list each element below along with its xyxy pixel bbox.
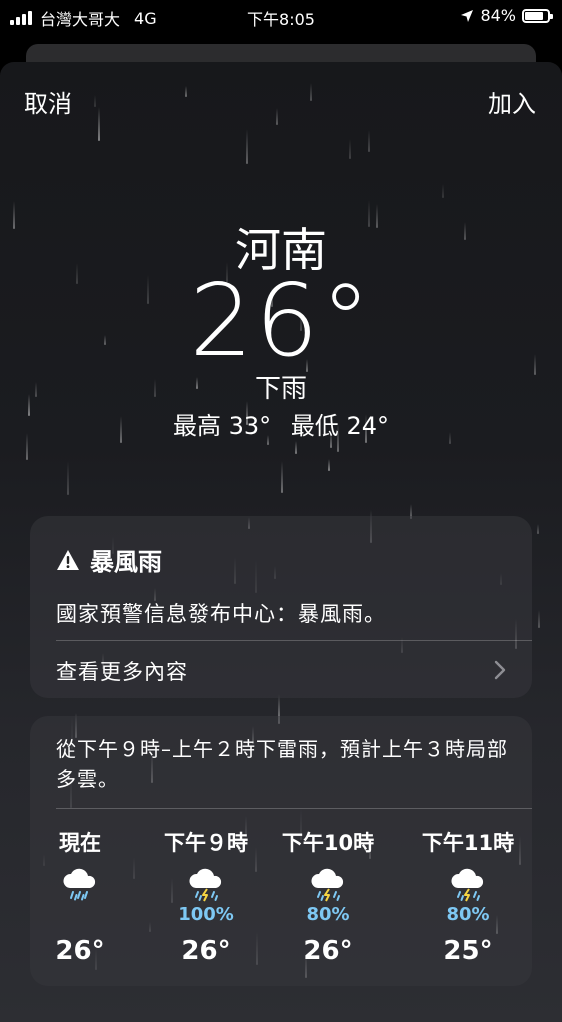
see-more-row[interactable]: 查看更多內容 <box>30 642 532 698</box>
rain-streak <box>310 83 312 101</box>
weather-preview-sheet: 取消 加入 河南 26° 下雨 最高 33° 最低 24° 暴風雨 國家預警信息… <box>0 62 562 1022</box>
hourly-list[interactable]: 現在 26° 下午９時 100% 26° 下午10時 80% 26° 下午11時… <box>30 828 532 978</box>
high-low: 最高 33° 最低 24° <box>0 406 562 441</box>
alert-divider <box>56 640 532 641</box>
cloud-rain-icon <box>63 868 96 901</box>
hour-label: 現在 <box>59 831 101 855</box>
rain-streak <box>67 461 69 495</box>
low-temperature: 最低 24° <box>290 412 389 440</box>
warning-triangle-icon <box>57 549 79 570</box>
battery-percent: 84% <box>480 6 516 25</box>
alert-description: 國家預警信息發布中心：暴風雨。 <box>56 602 386 626</box>
cancel-button[interactable]: 取消 <box>24 84 72 119</box>
rain-streak <box>185 86 187 97</box>
rain-streak <box>368 130 370 152</box>
rain-streak <box>538 610 540 628</box>
condition-text: 下雨 <box>254 374 307 404</box>
status-bar: 台灣大哥大 4G 下午8:05 84% <box>0 0 562 34</box>
rain-streak <box>295 441 297 454</box>
add-button[interactable]: 加入 <box>488 84 536 119</box>
hour-temperature: 26° <box>181 936 231 966</box>
precip-chance: 80% <box>306 904 350 925</box>
rain-streak <box>281 461 283 493</box>
hourly-forecast-card: 從下午９時–上午２時下雷雨，預計上午３時局部多雲。 現在 26° 下午９時 10… <box>30 716 532 986</box>
hour-temperature: 26° <box>55 936 105 966</box>
alert-header: 暴風雨 <box>56 542 162 577</box>
hourly-divider <box>56 808 532 809</box>
precip-chance: 100% <box>178 904 234 925</box>
cloud-bolt-rain-icon <box>451 868 484 902</box>
battery-fill <box>525 11 544 20</box>
status-right: 84% <box>460 6 553 25</box>
hour-label: 下午10時 <box>281 831 375 855</box>
rain-streak <box>349 139 351 159</box>
forecast-summary: 從下午９時–上午２時下雷雨，預計上午３時局部多雲。 <box>56 737 508 791</box>
precip-chance <box>20 904 140 926</box>
severe-weather-alert-card: 暴風雨 國家預警信息發布中心：暴風雨。 查看更多內容 <box>30 516 532 698</box>
hour-item: 下午９時 100% 26° <box>146 828 266 966</box>
rain-streak <box>98 107 100 141</box>
rain-streak <box>537 524 539 534</box>
chevron-right-icon <box>494 660 506 680</box>
hour-item: 現在 26° <box>20 828 140 966</box>
high-temperature: 最高 33° <box>173 412 272 440</box>
rain-streak <box>246 129 248 164</box>
location-arrow-icon <box>461 9 474 22</box>
hour-label: 下午11時 <box>421 831 515 855</box>
rain-streak <box>328 459 330 471</box>
battery-icon <box>522 8 553 23</box>
rain-streak <box>442 184 444 198</box>
hour-item: 下午10時 80% 26° <box>268 828 388 966</box>
alert-title: 暴風雨 <box>90 548 162 576</box>
hour-label: 下午９時 <box>164 831 248 855</box>
hour-temperature: 25° <box>443 936 493 966</box>
rain-streak <box>94 95 96 107</box>
current-temperature: 26° <box>189 262 373 379</box>
hour-item: 下午11時 80% 25° <box>408 828 528 966</box>
hour-temperature: 26° <box>303 936 353 966</box>
cloud-bolt-rain-icon <box>189 868 222 902</box>
precip-chance: 80% <box>446 904 490 925</box>
rain-streak <box>276 108 278 125</box>
cloud-bolt-rain-icon <box>311 868 344 902</box>
see-more-label: 查看更多內容 <box>56 660 188 684</box>
